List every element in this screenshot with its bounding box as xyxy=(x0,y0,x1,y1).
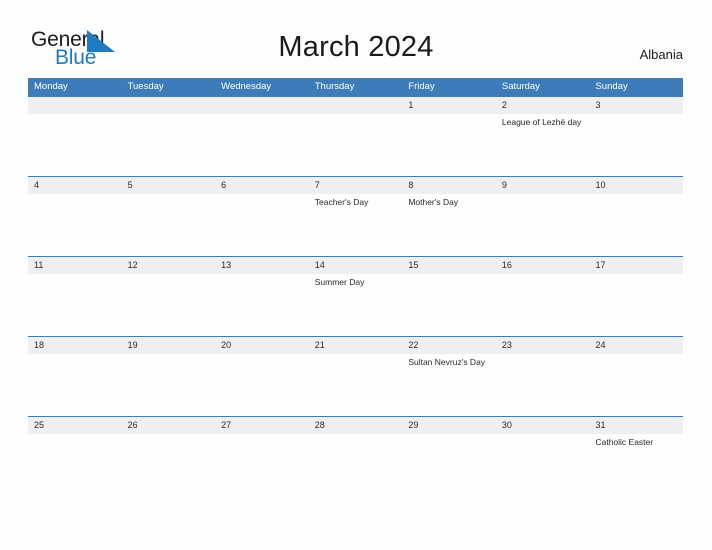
day-event xyxy=(28,434,122,496)
day-event xyxy=(28,114,122,176)
day-event xyxy=(122,274,216,336)
day-event xyxy=(28,354,122,416)
day-number[interactable]: 5 xyxy=(122,177,216,194)
day-number[interactable]: 25 xyxy=(28,417,122,434)
weekday-header-tuesday: Tuesday xyxy=(127,81,164,92)
day-number[interactable]: 15 xyxy=(402,257,496,274)
day-number[interactable]: 18 xyxy=(28,337,122,354)
week-date-strip: 25 26 27 28 29 30 31 xyxy=(28,417,683,434)
day-number[interactable]: 14 xyxy=(309,257,403,274)
week-date-strip: 11 12 13 14 15 16 17 xyxy=(28,257,683,274)
day-event xyxy=(589,194,683,256)
day-event xyxy=(496,434,590,496)
day-event: League of Lezhë day xyxy=(501,117,582,127)
day-event xyxy=(309,114,403,176)
day-number[interactable]: 19 xyxy=(122,337,216,354)
weekday-header-saturday: Saturday xyxy=(501,81,540,92)
week-event-strip: League of Lezhë day xyxy=(28,114,683,176)
week-event-strip: Summer Day xyxy=(28,274,683,336)
day-number[interactable] xyxy=(309,97,403,114)
day-event xyxy=(215,434,309,496)
day-event xyxy=(122,354,216,416)
page-header: General Blue March 2024 Albania xyxy=(0,0,712,78)
day-number[interactable]: 6 xyxy=(215,177,309,194)
week-date-strip: 4 5 6 7 8 9 10 xyxy=(28,177,683,194)
day-event xyxy=(589,354,683,416)
week-event-strip: Catholic Easter xyxy=(28,434,683,496)
weekday-header-friday: Friday xyxy=(408,81,435,92)
day-number[interactable]: 7 xyxy=(309,177,403,194)
day-event xyxy=(589,274,683,336)
weekday-header-thursday: Thursday xyxy=(314,81,355,92)
day-event xyxy=(122,194,216,256)
weekday-header-sunday: Sunday xyxy=(595,81,628,92)
day-number[interactable] xyxy=(28,97,122,114)
day-number[interactable]: 30 xyxy=(496,417,590,434)
day-event xyxy=(402,114,496,176)
weekday-header-wednesday: Wednesday xyxy=(221,81,272,92)
day-event xyxy=(589,114,683,176)
day-event: Sultan Nevruz's Day xyxy=(408,357,486,367)
day-event xyxy=(215,114,309,176)
day-event xyxy=(309,354,403,416)
day-event xyxy=(28,274,122,336)
day-number[interactable]: 17 xyxy=(589,257,683,274)
day-number[interactable]: 20 xyxy=(215,337,309,354)
day-event xyxy=(215,194,309,256)
week-row: 1 2 3 League of Lezhë day xyxy=(28,96,683,176)
day-number[interactable]: 2 xyxy=(496,97,590,114)
weekday-header-monday: Monday xyxy=(34,81,68,92)
day-event xyxy=(402,434,496,496)
day-event xyxy=(215,354,309,416)
day-number[interactable]: 12 xyxy=(122,257,216,274)
day-number[interactable]: 9 xyxy=(496,177,590,194)
day-event xyxy=(122,114,216,176)
day-number[interactable] xyxy=(215,97,309,114)
day-number[interactable]: 22 xyxy=(402,337,496,354)
week-date-strip: 1 2 3 xyxy=(28,97,683,114)
day-event: Teacher's Day xyxy=(314,197,369,207)
day-number[interactable]: 1 xyxy=(402,97,496,114)
day-event xyxy=(215,274,309,336)
day-number[interactable]: 8 xyxy=(402,177,496,194)
week-row: 11 12 13 14 15 16 17 Summer Day xyxy=(28,256,683,336)
day-number[interactable]: 10 xyxy=(589,177,683,194)
day-number[interactable]: 31 xyxy=(589,417,683,434)
day-number[interactable]: 4 xyxy=(28,177,122,194)
day-number[interactable]: 11 xyxy=(28,257,122,274)
day-event xyxy=(28,194,122,256)
week-event-strip: Sultan Nevruz's Day xyxy=(28,354,683,416)
week-row: 4 5 6 7 8 9 10 Teacher's Day Mother's Da… xyxy=(28,176,683,256)
day-number[interactable]: 27 xyxy=(215,417,309,434)
day-event xyxy=(122,434,216,496)
day-number[interactable]: 16 xyxy=(496,257,590,274)
day-event: Summer Day xyxy=(314,277,365,287)
day-number[interactable]: 26 xyxy=(122,417,216,434)
day-number[interactable]: 3 xyxy=(589,97,683,114)
day-event xyxy=(496,274,590,336)
week-row: 18 19 20 21 22 23 24 Sultan Nevruz's Day xyxy=(28,336,683,416)
page-title: March 2024 xyxy=(278,31,434,63)
weekday-header-row: Monday Tuesday Wednesday Thursday Friday… xyxy=(28,78,683,96)
day-number[interactable]: 21 xyxy=(309,337,403,354)
day-event xyxy=(309,434,403,496)
day-number[interactable]: 24 xyxy=(589,337,683,354)
day-event: Catholic Easter xyxy=(595,437,654,447)
day-number[interactable]: 29 xyxy=(402,417,496,434)
day-event xyxy=(496,194,590,256)
day-number[interactable]: 13 xyxy=(215,257,309,274)
calendar-grid: Monday Tuesday Wednesday Thursday Friday… xyxy=(28,78,683,496)
day-event xyxy=(402,274,496,336)
week-event-strip: Teacher's Day Mother's Day xyxy=(28,194,683,256)
day-number[interactable]: 28 xyxy=(309,417,403,434)
country-label: Albania xyxy=(639,47,683,62)
day-number[interactable]: 23 xyxy=(496,337,590,354)
day-event: Mother's Day xyxy=(408,197,459,207)
week-date-strip: 18 19 20 21 22 23 24 xyxy=(28,337,683,354)
day-event xyxy=(496,354,590,416)
week-row: 25 26 27 28 29 30 31 Catholic Easter xyxy=(28,416,683,496)
day-number[interactable] xyxy=(122,97,216,114)
